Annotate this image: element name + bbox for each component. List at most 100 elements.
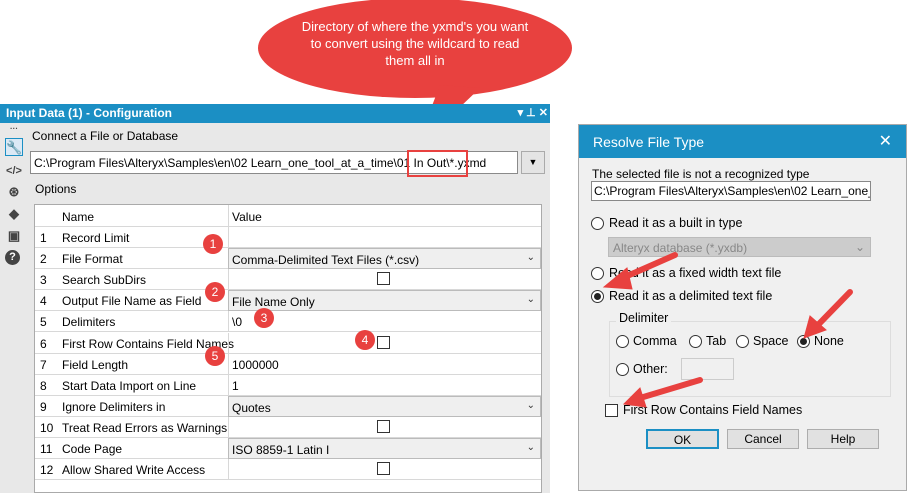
value-dropdown[interactable]: File Name Only ⌄ [228, 290, 541, 312]
delimiter-label: Delimiter [616, 311, 672, 325]
row-name: Output File Name as Field [62, 294, 202, 309]
row-name: Treat Read Errors as Warnings [62, 420, 228, 435]
close-icon[interactable]: ✕ [879, 131, 892, 151]
value-input[interactable]: \0 [228, 311, 541, 333]
other-delimiter-input[interactable] [681, 358, 734, 380]
table-row: 11 Code Page ISO 8859-1 Latin I ⌄ [35, 438, 541, 459]
col-value: Value [228, 205, 541, 226]
table-row: 1 Record Limit [35, 227, 541, 248]
value-dropdown[interactable]: Comma-Delimited Text Files (*.csv) ⌄ [228, 248, 541, 270]
ok-button[interactable]: OK [646, 429, 719, 449]
value-dropdown[interactable]: ISO 8859-1 Latin I ⌄ [228, 438, 541, 459]
table-row: 12 Allow Shared Write Access [35, 459, 541, 481]
table-row: 6 First Row Contains Field Names [35, 332, 541, 354]
value-dropdown[interactable]: Quotes ⌄ [228, 395, 541, 417]
wildcard-highlight [407, 150, 468, 177]
tab-label: Tab [706, 334, 727, 348]
connect-label: Connect a File or Database [32, 129, 179, 143]
row-number: 6 [40, 336, 47, 351]
value-text: Comma-Delimited Text Files (*.csv) [232, 253, 420, 268]
table-row: 7 Field Length 1000000 [35, 353, 541, 375]
builtin-radio[interactable] [591, 217, 604, 230]
row-number: 11 [40, 442, 53, 456]
tag-icon[interactable]: ◆ [5, 205, 23, 223]
row-number: 3 [40, 273, 47, 288]
row-number: 5 [40, 315, 47, 330]
delimited-radio[interactable] [591, 290, 604, 303]
resolve-file-type-dialog: Resolve File Type ✕ The selected file is… [578, 124, 907, 491]
other-label: Other: [633, 362, 668, 376]
row-name: Field Length [62, 357, 129, 372]
help-icon[interactable]: ? [5, 250, 20, 265]
tool-sidebar: ··· 🔧 </> ⊛ ◆ ▣ ? [0, 123, 27, 493]
chevron-down-icon: ⌄ [526, 399, 535, 411]
value-checkbox[interactable] [377, 335, 390, 349]
none-label: None [814, 334, 844, 348]
step-badge: 1 [203, 234, 223, 254]
first-row-label: First Row Contains Field Names [623, 403, 803, 417]
table-row: 8 Start Data Import on Line 1 [35, 374, 541, 396]
row-name: Delimiters [62, 315, 116, 330]
table-row: 10 Treat Read Errors as Warnings [35, 416, 541, 438]
value-cell [228, 459, 541, 481]
row-name: Code Page [62, 442, 123, 456]
row-number: 2 [40, 252, 47, 267]
code-icon[interactable]: </> [5, 162, 23, 180]
value-text: ISO 8859-1 Latin I [232, 443, 330, 457]
none-radio[interactable] [797, 335, 810, 348]
row-name: Search SubDirs [62, 273, 147, 288]
step-badge: 5 [205, 346, 225, 366]
row-number: 9 [40, 399, 47, 414]
row-number: 12 [40, 463, 54, 478]
value-checkbox[interactable] [377, 419, 390, 433]
table-row: 2 File Format Comma-Delimited Text Files (… [35, 248, 541, 270]
input-data-config-panel: Input Data (1) - Configuration ▾ ⊥ ✕ ···… [0, 104, 550, 493]
value-checkbox[interactable] [377, 272, 390, 286]
step-badge: 2 [205, 282, 225, 302]
row-number: 10 [40, 420, 54, 435]
dialog-titlebar: Resolve File Type ✕ [579, 125, 906, 158]
comma-label: Comma [633, 334, 677, 348]
space-label: Space [753, 334, 789, 348]
chevron-down-icon: ⌄ [854, 240, 865, 254]
database-icon[interactable]: ▣ [5, 227, 23, 245]
first-row-checkbox[interactable] [605, 404, 618, 417]
step-badge: 3 [254, 308, 274, 328]
chevron-down-icon: ⌄ [526, 442, 535, 453]
row-name: File Format [62, 252, 123, 267]
table-row: 3 Search SubDirs [35, 269, 541, 291]
table-row: 9 Ignore Delimiters in Quotes ⌄ [35, 395, 541, 417]
space-radio[interactable] [736, 335, 749, 348]
options-grid: Name Value 1 Record Limit 2 File Format Comm… [34, 204, 542, 493]
annotation-icon[interactable]: ⊛ [5, 183, 23, 201]
value-checkbox[interactable] [377, 462, 390, 476]
step-badge: 4 [355, 330, 375, 350]
comma-radio[interactable] [616, 335, 629, 348]
path-dropdown-button[interactable]: ▼ [521, 151, 545, 174]
tab-radio[interactable] [689, 335, 702, 348]
dialog-path-field[interactable]: C:\Program Files\Alteryx\Samples\en\02 L… [591, 181, 871, 201]
value-text: Quotes [232, 400, 271, 415]
value-input[interactable]: 1 [228, 374, 541, 396]
value-cell [228, 332, 541, 354]
value-input[interactable]: 1000000 [228, 353, 541, 375]
cancel-button[interactable]: Cancel [727, 429, 799, 449]
wrench-icon[interactable]: 🔧 [5, 138, 23, 156]
panel-title: Input Data (1) - Configuration [6, 106, 172, 120]
help-button[interactable]: Help [807, 429, 879, 449]
col-name: Name [62, 210, 95, 224]
panel-window-icons[interactable]: ▾ ⊥ ✕ [518, 106, 548, 119]
message: The selected file is not a recognized ty… [592, 167, 810, 181]
row-number: 4 [40, 294, 47, 309]
builtin-label: Read it as a built in type [609, 216, 743, 230]
value-input[interactable] [228, 227, 541, 248]
row-number: 7 [40, 357, 47, 372]
chevron-down-icon: ⌄ [526, 294, 535, 306]
fixed-width-radio[interactable] [591, 267, 604, 280]
delimited-label: Read it as a delimited text file [609, 289, 773, 303]
value-cell [228, 416, 541, 438]
value-text: File Name Only [232, 295, 315, 310]
row-name: Start Data Import on Line [62, 378, 197, 393]
builtin-type-select[interactable]: Alteryx database (*.yxdb) ⌄ [608, 237, 871, 257]
other-radio[interactable] [616, 363, 629, 376]
